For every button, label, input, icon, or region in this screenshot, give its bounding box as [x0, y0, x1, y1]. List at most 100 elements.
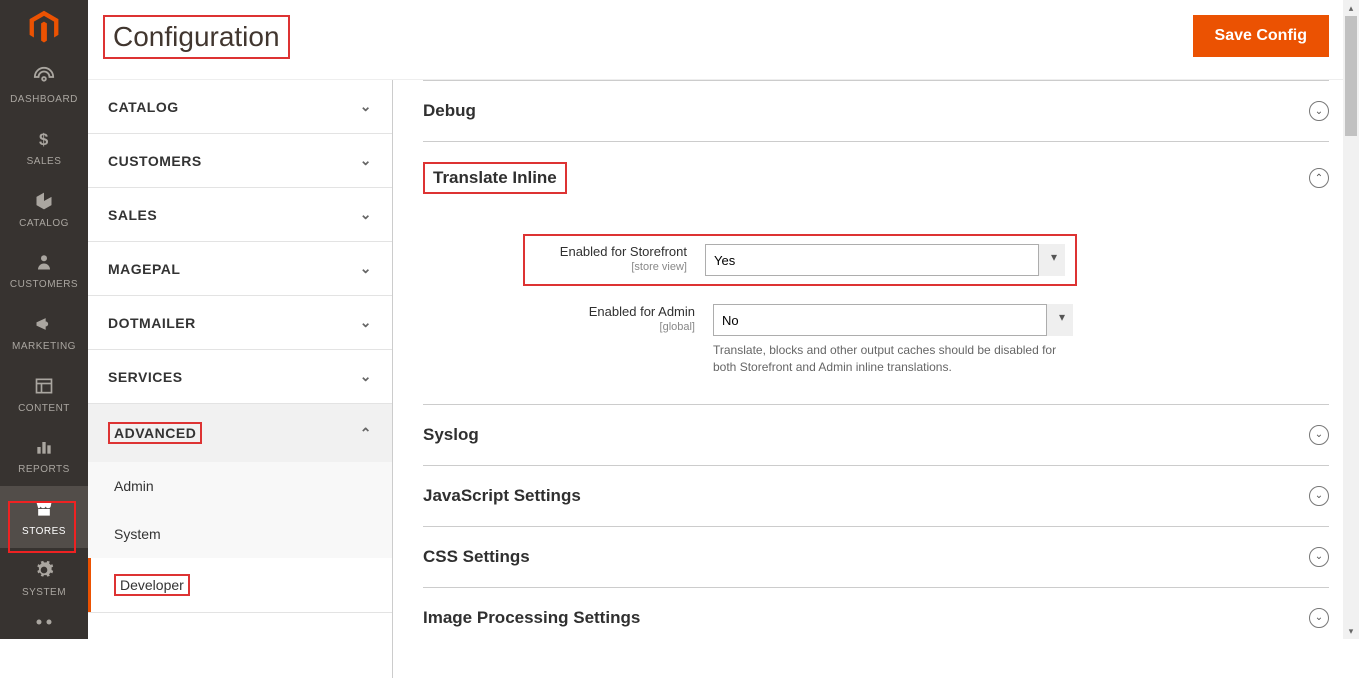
chevron-down-icon: ⌄: [360, 368, 372, 385]
chevron-down-icon: ⌄: [1315, 490, 1323, 501]
chevron-down-icon: ⌄: [360, 98, 372, 115]
section-title: Translate Inline: [433, 168, 557, 187]
expand-icon: ⌄: [1309, 608, 1329, 628]
label-text: Enabled for Storefront: [560, 244, 687, 259]
save-config-button[interactable]: Save Config: [1193, 15, 1329, 57]
scroll-up-arrow[interactable]: ▴: [1343, 0, 1359, 16]
section-translate-inline[interactable]: Translate Inline ⌃: [423, 142, 1329, 214]
svg-text:$: $: [39, 130, 49, 149]
nav-system[interactable]: SYSTEM: [0, 548, 88, 610]
highlight-annotation: Developer: [114, 574, 190, 596]
chevron-down-icon: ⌄: [360, 314, 372, 331]
nav-more[interactable]: [0, 609, 88, 639]
nav-label: REPORTS: [18, 464, 70, 475]
scroll-down-arrow[interactable]: ▾: [1343, 623, 1359, 639]
nav-reports[interactable]: REPORTS: [0, 424, 88, 486]
nav-stores[interactable]: STORES: [0, 486, 88, 548]
sub-item-label: System: [114, 526, 161, 542]
sub-item-admin[interactable]: Admin: [88, 462, 392, 510]
chevron-down-icon: ⌄: [360, 206, 372, 223]
nav-label: MARKETING: [12, 341, 76, 352]
megaphone-icon: [32, 312, 56, 336]
nav-marketing[interactable]: MARKETING: [0, 301, 88, 363]
dollar-icon: $: [32, 127, 56, 151]
section-title: Debug: [423, 101, 476, 121]
scrollbar-thumb[interactable]: [1345, 16, 1357, 136]
nav-label: DASHBOARD: [10, 94, 78, 105]
advanced-sub-items: Admin System Developer: [88, 462, 392, 612]
page-title: Configuration: [105, 17, 288, 57]
highlight-annotation: Configuration: [103, 15, 290, 59]
sub-item-system[interactable]: System: [88, 510, 392, 558]
field-row-admin: Enabled for Admin [global] No Translate,…: [423, 304, 1329, 376]
config-group-advanced[interactable]: ADVANCED ⌃ Admin System Developer: [88, 404, 392, 613]
expand-icon: ⌄: [1309, 486, 1329, 506]
nav-label: CATALOG: [19, 218, 69, 229]
page-header: Configuration Save Config: [88, 0, 1359, 80]
enabled-admin-select[interactable]: No: [713, 304, 1073, 336]
magento-logo[interactable]: [0, 0, 88, 55]
gear-icon: [32, 558, 56, 582]
cube-icon: [32, 189, 56, 213]
expand-icon: ⌄: [1309, 547, 1329, 567]
chevron-down-icon: ⌄: [1315, 551, 1323, 562]
nav-sales[interactable]: $ SALES: [0, 116, 88, 178]
nav-label: SALES: [27, 156, 62, 167]
group-label: MAGEPAL: [108, 261, 180, 277]
group-label: SALES: [108, 207, 157, 223]
config-group-catalog[interactable]: CATALOG ⌄: [88, 80, 392, 134]
nav-label: STORES: [22, 526, 66, 537]
sub-item-developer[interactable]: Developer: [88, 558, 392, 612]
nav-content[interactable]: CONTENT: [0, 363, 88, 425]
group-label: CUSTOMERS: [108, 153, 202, 169]
field-label: Enabled for Admin [global]: [523, 304, 713, 333]
expand-icon: ⌄: [1309, 101, 1329, 121]
partners-icon: [32, 610, 56, 634]
enabled-storefront-select[interactable]: Yes: [705, 244, 1065, 276]
group-label: SERVICES: [108, 369, 183, 385]
collapse-icon: ⌃: [1309, 168, 1329, 188]
field-control: No Translate, blocks and other output ca…: [713, 304, 1073, 376]
sub-item-label: Admin: [114, 478, 154, 494]
chevron-up-icon: ⌃: [360, 425, 372, 442]
bars-icon: [32, 435, 56, 459]
chevron-up-icon: ⌃: [1315, 173, 1323, 184]
section-title: Syslog: [423, 425, 479, 445]
scope-text: [store view]: [525, 261, 687, 273]
person-icon: [32, 250, 56, 274]
section-title: JavaScript Settings: [423, 486, 581, 506]
gauge-icon: [32, 65, 56, 89]
scrollbar-track[interactable]: ▴ ▾: [1343, 0, 1359, 639]
config-group-customers[interactable]: CUSTOMERS ⌄: [88, 134, 392, 188]
nav-label: CUSTOMERS: [10, 279, 78, 290]
section-syslog[interactable]: Syslog ⌄: [423, 405, 1329, 466]
section-title: Image Processing Settings: [423, 608, 640, 628]
chevron-down-icon: ⌄: [1315, 106, 1323, 117]
section-debug[interactable]: Debug ⌄: [423, 80, 1329, 142]
admin-sidebar: DASHBOARD $ SALES CATALOG CUSTOMERS MARK…: [0, 0, 88, 639]
nav-label: CONTENT: [18, 403, 70, 414]
group-label: DOTMAILER: [108, 315, 196, 331]
field-control: Yes: [705, 244, 1065, 276]
nav-label: SYSTEM: [22, 587, 66, 598]
section-javascript[interactable]: JavaScript Settings ⌄: [423, 466, 1329, 527]
config-main: Debug ⌄ Translate Inline ⌃ Enabled for S…: [393, 80, 1359, 678]
config-group-magepal[interactable]: MAGEPAL⌄: [88, 242, 392, 296]
nav-customers[interactable]: CUSTOMERS: [0, 239, 88, 301]
group-label: CATALOG: [108, 99, 179, 115]
section-title: CSS Settings: [423, 547, 530, 567]
label-text: Enabled for Admin: [589, 304, 695, 319]
field-label: Enabled for Storefront [store view]: [525, 244, 705, 273]
field-note: Translate, blocks and other output cache…: [713, 342, 1063, 376]
config-group-sales[interactable]: SALES ⌄: [88, 188, 392, 242]
chevron-down-icon: ⌄: [360, 152, 372, 169]
nav-catalog[interactable]: CATALOG: [0, 178, 88, 240]
config-columns: CATALOG⌄ CUSTOMERS⌄ SALES⌄ MAGEPAL⌄ DOTM…: [88, 80, 1359, 678]
config-group-dotmailer[interactable]: DOTMAILER ⌄: [88, 296, 392, 350]
config-group-services[interactable]: SERVICES ⌄: [88, 350, 392, 404]
section-css[interactable]: CSS Settings ⌄: [423, 527, 1329, 588]
group-label: ADVANCED: [114, 425, 196, 441]
nav-dashboard[interactable]: DASHBOARD: [0, 55, 88, 117]
sub-item-label: Developer: [120, 577, 184, 593]
storefront-icon: [32, 497, 56, 521]
